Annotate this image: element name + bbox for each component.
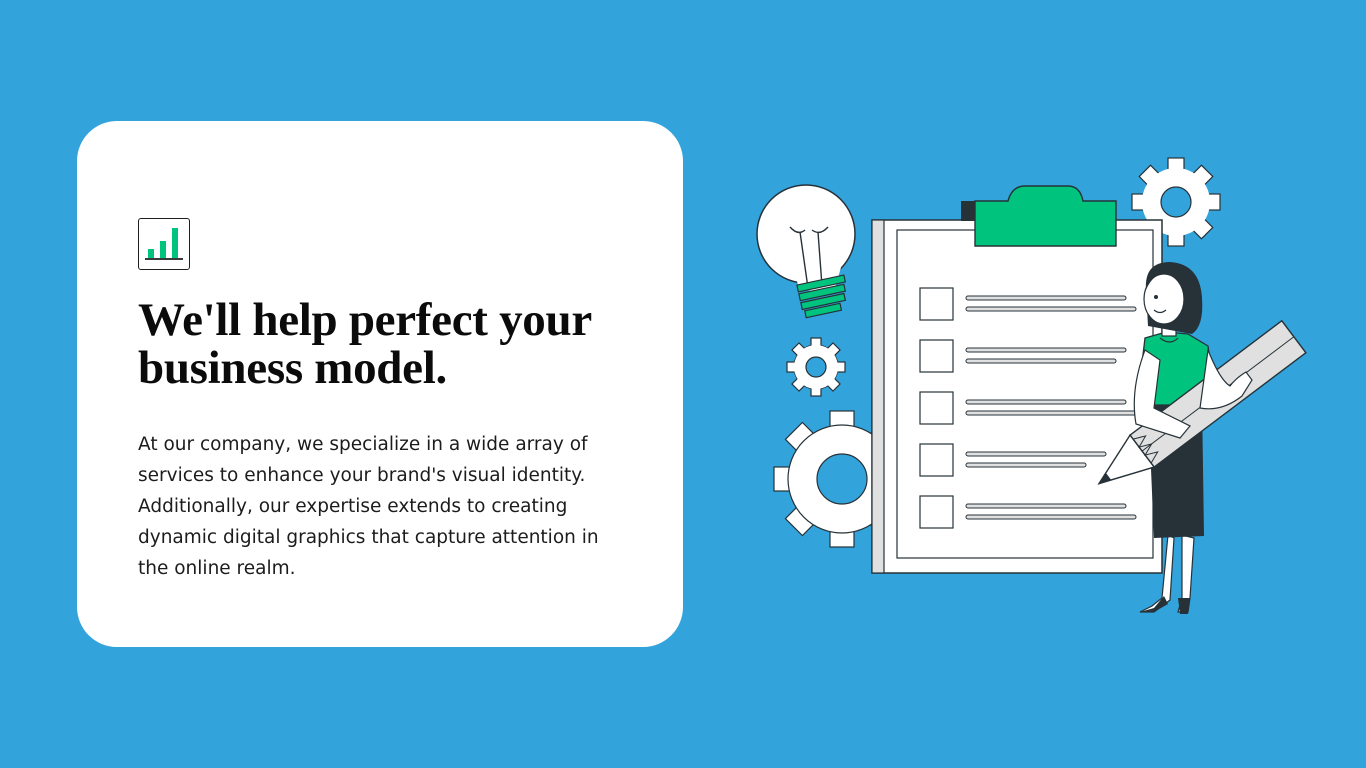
content-card: We'll help perfect your business model. …: [77, 121, 683, 647]
lightbulb-icon: [756, 184, 856, 319]
gear-icon: [786, 337, 846, 397]
checklist-illustration: [750, 150, 1310, 630]
clipboard-checklist: [871, 185, 1163, 574]
page-title: We'll help perfect your business model.: [138, 294, 592, 394]
description-text: At our company, we specialize in a wide …: [138, 434, 599, 579]
bar-chart-icon: [138, 218, 190, 270]
